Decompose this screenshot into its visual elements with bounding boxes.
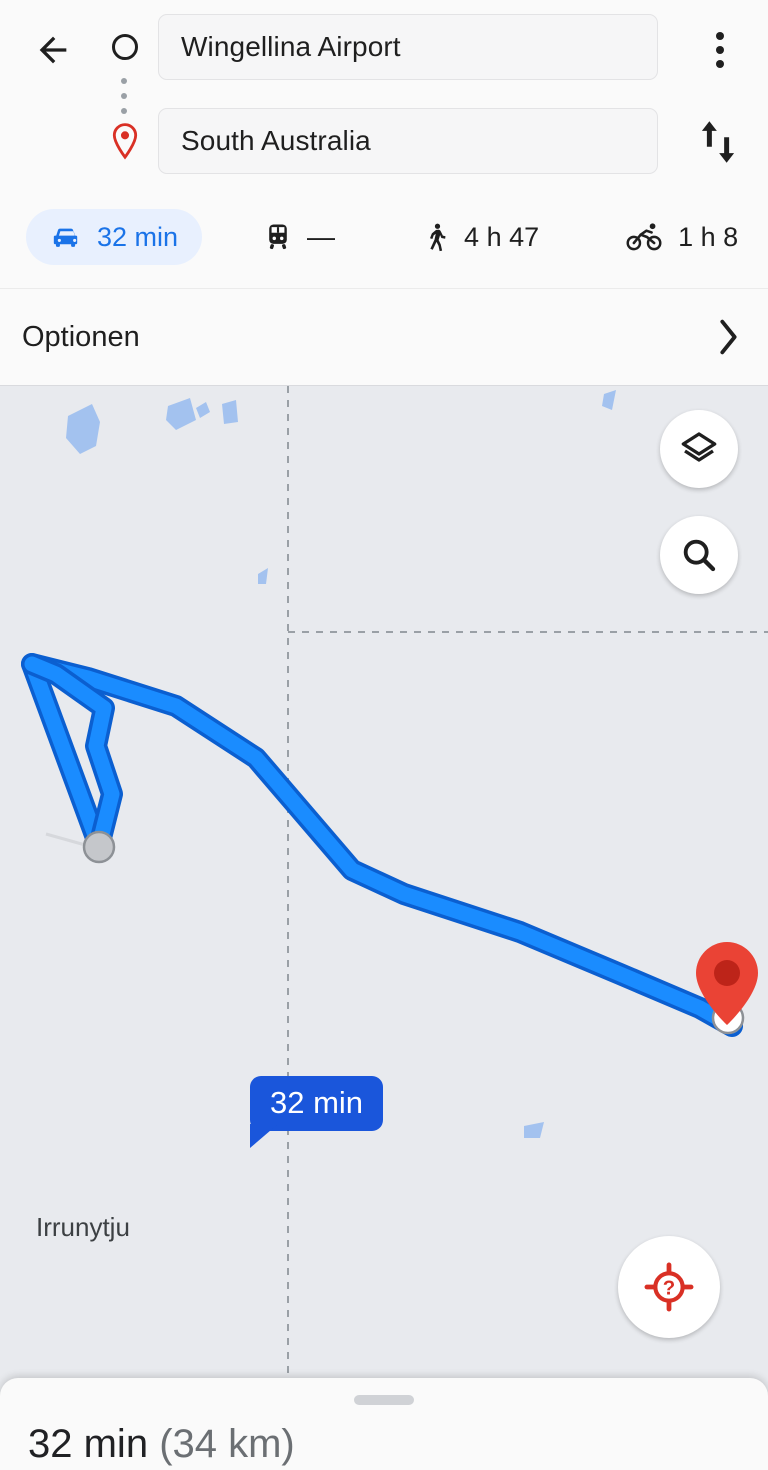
route-eta-badge-label: 32 min — [270, 1085, 364, 1120]
travel-mode-transit[interactable]: — — [238, 209, 359, 265]
map-canvas[interactable]: Irrunytju 32 min ? — [0, 386, 768, 1386]
train-icon — [269, 224, 287, 250]
map-search-button[interactable] — [660, 516, 738, 594]
maps-directions-screen: Wingellina Airport South Australia 32 mi… — [0, 0, 768, 1470]
connector-dot — [121, 93, 127, 99]
walk-icon — [430, 223, 446, 252]
map-pin-icon — [112, 123, 138, 160]
location-unknown-icon: ? — [644, 1262, 694, 1312]
svg-text:?: ? — [663, 1277, 675, 1299]
water-features — [66, 390, 616, 1138]
travel-mode-cycling[interactable]: 1 h 8 — [601, 209, 762, 265]
map-place-label: Irrunytju — [36, 1212, 130, 1242]
origin-input[interactable]: Wingellina Airport — [158, 14, 658, 80]
travel-mode-driving-label: 32 min — [97, 221, 179, 252]
route-eta-badge-tail — [250, 1124, 278, 1149]
arrow-left-icon — [39, 36, 67, 64]
origin-circle-icon — [112, 34, 138, 60]
search-icon — [683, 539, 716, 572]
bicycle-icon — [626, 223, 662, 251]
travel-mode-walking-label: 4 h 47 — [464, 221, 540, 252]
route-summary-text: 32 min (34 km) — [28, 1422, 295, 1467]
origin-input-value: Wingellina Airport — [181, 31, 401, 62]
overflow-menu-button[interactable] — [692, 20, 748, 80]
travel-mode-tabs: 32 min — 4 h 47 1 h 8 — [0, 204, 768, 270]
destination-input[interactable]: South Australia — [158, 108, 658, 174]
route-polyline — [21, 653, 743, 1037]
directions-header: Wingellina Airport South Australia 32 mi… — [0, 0, 768, 288]
layers-icon — [681, 432, 717, 462]
route-distance: (34 km) — [159, 1422, 295, 1466]
options-label: Optionen — [22, 320, 140, 353]
swap-endpoints-button[interactable] — [690, 110, 746, 174]
more-vert-icon-dot — [716, 60, 724, 68]
route-eta-badge[interactable]: 32 min — [250, 1076, 384, 1149]
connector-dot — [121, 108, 127, 114]
destination-input-value: South Australia — [181, 125, 371, 156]
travel-mode-driving[interactable]: 32 min — [26, 209, 203, 265]
car-icon — [53, 228, 78, 247]
options-row[interactable]: Optionen — [0, 288, 768, 386]
origin-marker — [82, 830, 116, 864]
route-connector-dots — [121, 78, 127, 114]
route-duration: 32 min — [28, 1422, 149, 1466]
swap-vertical-icon — [701, 121, 735, 163]
map-layers-button[interactable] — [660, 410, 738, 488]
travel-mode-cycling-label: 1 h 8 — [678, 221, 739, 252]
more-vert-icon-dot — [716, 32, 724, 40]
my-location-button[interactable]: ? — [618, 1236, 720, 1338]
chevron-right-icon — [720, 319, 737, 355]
connector-dot — [121, 78, 127, 84]
more-vert-icon-dot — [716, 46, 724, 54]
travel-mode-transit-label: — — [307, 221, 336, 252]
back-button[interactable] — [26, 23, 80, 77]
travel-mode-walking[interactable]: 4 h 47 — [397, 209, 563, 265]
route-summary-sheet[interactable]: 32 min (34 km) — [0, 1378, 768, 1470]
sheet-drag-handle[interactable] — [354, 1395, 414, 1405]
